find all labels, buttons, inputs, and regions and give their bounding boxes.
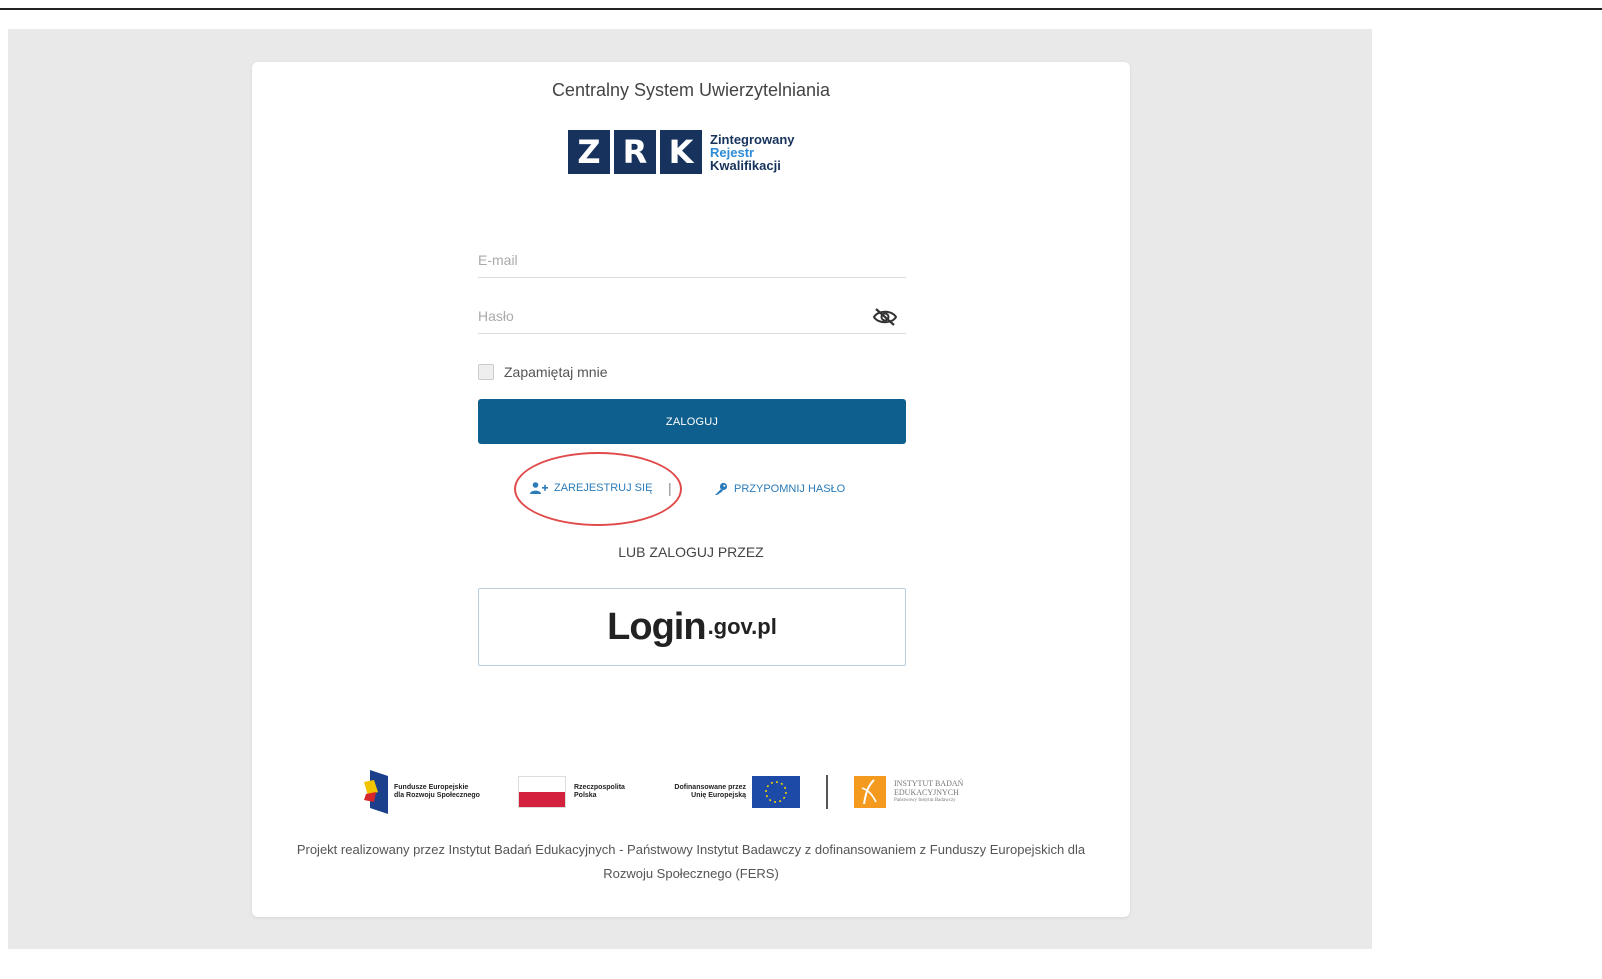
funding-logos: Fundusze Europejskie dla Rozwoju Społecz…	[364, 768, 1020, 816]
ibe-logo-icon	[854, 776, 886, 808]
ibe-line-1: INSTYTUT BADAŃ	[894, 779, 964, 788]
fe-logo-icon	[364, 770, 388, 814]
eu-flag-icon	[752, 776, 800, 808]
login-gov-button[interactable]: Login .gov.pl	[478, 588, 906, 666]
rp-line-1: Rzeczpospolita	[574, 784, 625, 791]
zrk-logo: Z R K Zintegrowany Rejestr Kwalifikacji	[568, 130, 795, 174]
key-icon	[715, 482, 728, 495]
password-input[interactable]	[478, 298, 906, 333]
logo-line-1: Zintegrowany	[710, 131, 795, 147]
password-field	[478, 298, 906, 334]
login-gov-sub: .gov.pl	[707, 614, 777, 639]
polish-flag-icon	[518, 776, 566, 808]
email-input[interactable]	[478, 242, 906, 277]
logo-divider	[826, 775, 828, 809]
page-title: Centralny System Uwierzytelniania	[551, 80, 831, 100]
remember-label: Zapamiętaj mnie	[504, 364, 608, 380]
fe-line-2: dla Rozwoju Społecznego	[394, 792, 480, 799]
eye-slash-icon[interactable]	[872, 306, 898, 328]
alt-login-label: LUB ZALOGUJ PRZEZ	[618, 544, 764, 560]
ibe-text: INSTYTUT BADAŃ EDUKACYJNYCH Państwowy In…	[894, 779, 963, 805]
footer-text: Projekt realizowany przez Instytut Badań…	[296, 842, 1086, 881]
logo-text: Zintegrowany Rejestr Kwalifikacji	[710, 133, 795, 172]
logo-letter-k: K	[660, 130, 702, 174]
fe-text: Fundusze Europejskie dla Rozwoju Społecz…	[394, 784, 504, 800]
login-gov-main: Login	[607, 605, 706, 648]
rp-line-2: Polska	[574, 792, 597, 799]
ue-text: Dofinansowane przez Unię Europejską	[654, 784, 746, 800]
remind-password-label: PRZYPOMNIJ HASŁO	[734, 483, 846, 495]
email-field	[478, 242, 906, 278]
ue-line-2: Unię Europejską	[691, 792, 746, 799]
logo-letter-r: R	[614, 130, 656, 174]
top-border	[0, 8, 1602, 10]
fe-line-1: Fundusze Europejskie	[394, 784, 469, 791]
logo-line-3: Kwalifikacji	[710, 157, 781, 173]
login-card: Centralny System Uwierzytelniania Z R K …	[252, 62, 1130, 917]
remember-me[interactable]: Zapamiętaj mnie	[478, 364, 608, 380]
remember-checkbox[interactable]	[478, 364, 494, 380]
logo-line-2: Rejestr	[710, 144, 755, 160]
ue-line-1: Dofinansowane przez	[674, 784, 746, 791]
login-button[interactable]: ZALOGUJ	[478, 399, 906, 444]
ibe-line-2: EDUKACYJNYCH	[894, 788, 959, 797]
logo-letter-z: Z	[568, 130, 610, 174]
annotation-circle	[514, 452, 682, 526]
ibe-line-3: Państwowy Instytut Badawczy	[894, 798, 956, 803]
remind-password-link[interactable]: PRZYPOMNIJ HASŁO	[714, 482, 845, 496]
rp-text: Rzeczpospolita Polska	[574, 784, 654, 800]
